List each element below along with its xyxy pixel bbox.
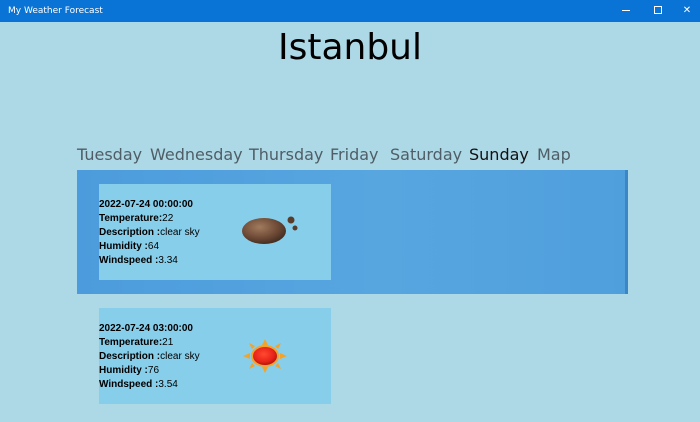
temperature-label: Temperature:: [99, 213, 163, 224]
forecast-details: 2022-07-24 00:00:00 Temperature:22 Descr…: [99, 198, 200, 268]
description-value: clear sky: [160, 227, 200, 238]
humidity-value: 76: [147, 365, 160, 376]
humidity-label: Humidity :: [99, 241, 148, 252]
clear-day-sun-icon: [243, 339, 287, 373]
description-label: Description :: [99, 351, 161, 362]
forecast-datetime: 2022-07-24 00:00:00: [99, 199, 193, 210]
tab-tuesday[interactable]: Tuesday: [77, 145, 142, 165]
window-title: My Weather Forecast: [8, 6, 103, 16]
tab-friday[interactable]: Friday: [330, 145, 379, 165]
tab-saturday[interactable]: Saturday: [390, 145, 462, 165]
clear-night-moon-icon: [242, 216, 298, 244]
humidity-value: 64: [147, 241, 160, 252]
minimize-icon: [622, 9, 630, 11]
title-bar: My Weather Forecast ✕: [0, 0, 700, 22]
forecast-card[interactable]: 2022-07-24 03:00:00 Temperature:21 Descr…: [99, 308, 331, 404]
description-label: Description :: [99, 227, 161, 238]
close-icon: ✕: [682, 5, 692, 16]
windspeed-value: 3.34: [158, 255, 178, 266]
windspeed-value: 3.54: [158, 379, 178, 390]
city-name: Istanbul: [277, 27, 423, 68]
windspeed-label: Windspeed :: [99, 255, 159, 266]
minimize-button[interactable]: [609, 0, 643, 22]
tab-map[interactable]: Map: [537, 145, 571, 165]
windspeed-label: Windspeed :: [99, 379, 159, 390]
tab-sunday[interactable]: Sunday: [469, 145, 529, 165]
forecast-card[interactable]: 2022-07-24 00:00:00 Temperature:22 Descr…: [99, 184, 331, 280]
temperature-value: 21: [162, 337, 174, 348]
forecast-details: 2022-07-24 03:00:00 Temperature:21 Descr…: [99, 322, 200, 392]
tab-thursday[interactable]: Thursday: [249, 145, 323, 165]
temperature-label: Temperature:: [99, 337, 163, 348]
tab-wednesday[interactable]: Wednesday: [150, 145, 243, 165]
description-value: clear sky: [160, 351, 200, 362]
maximize-icon: [654, 6, 662, 15]
forecast-datetime: 2022-07-24 03:00:00: [99, 323, 193, 334]
humidity-label: Humidity :: [99, 365, 148, 376]
close-button[interactable]: ✕: [670, 0, 700, 22]
temperature-value: 22: [162, 213, 174, 224]
